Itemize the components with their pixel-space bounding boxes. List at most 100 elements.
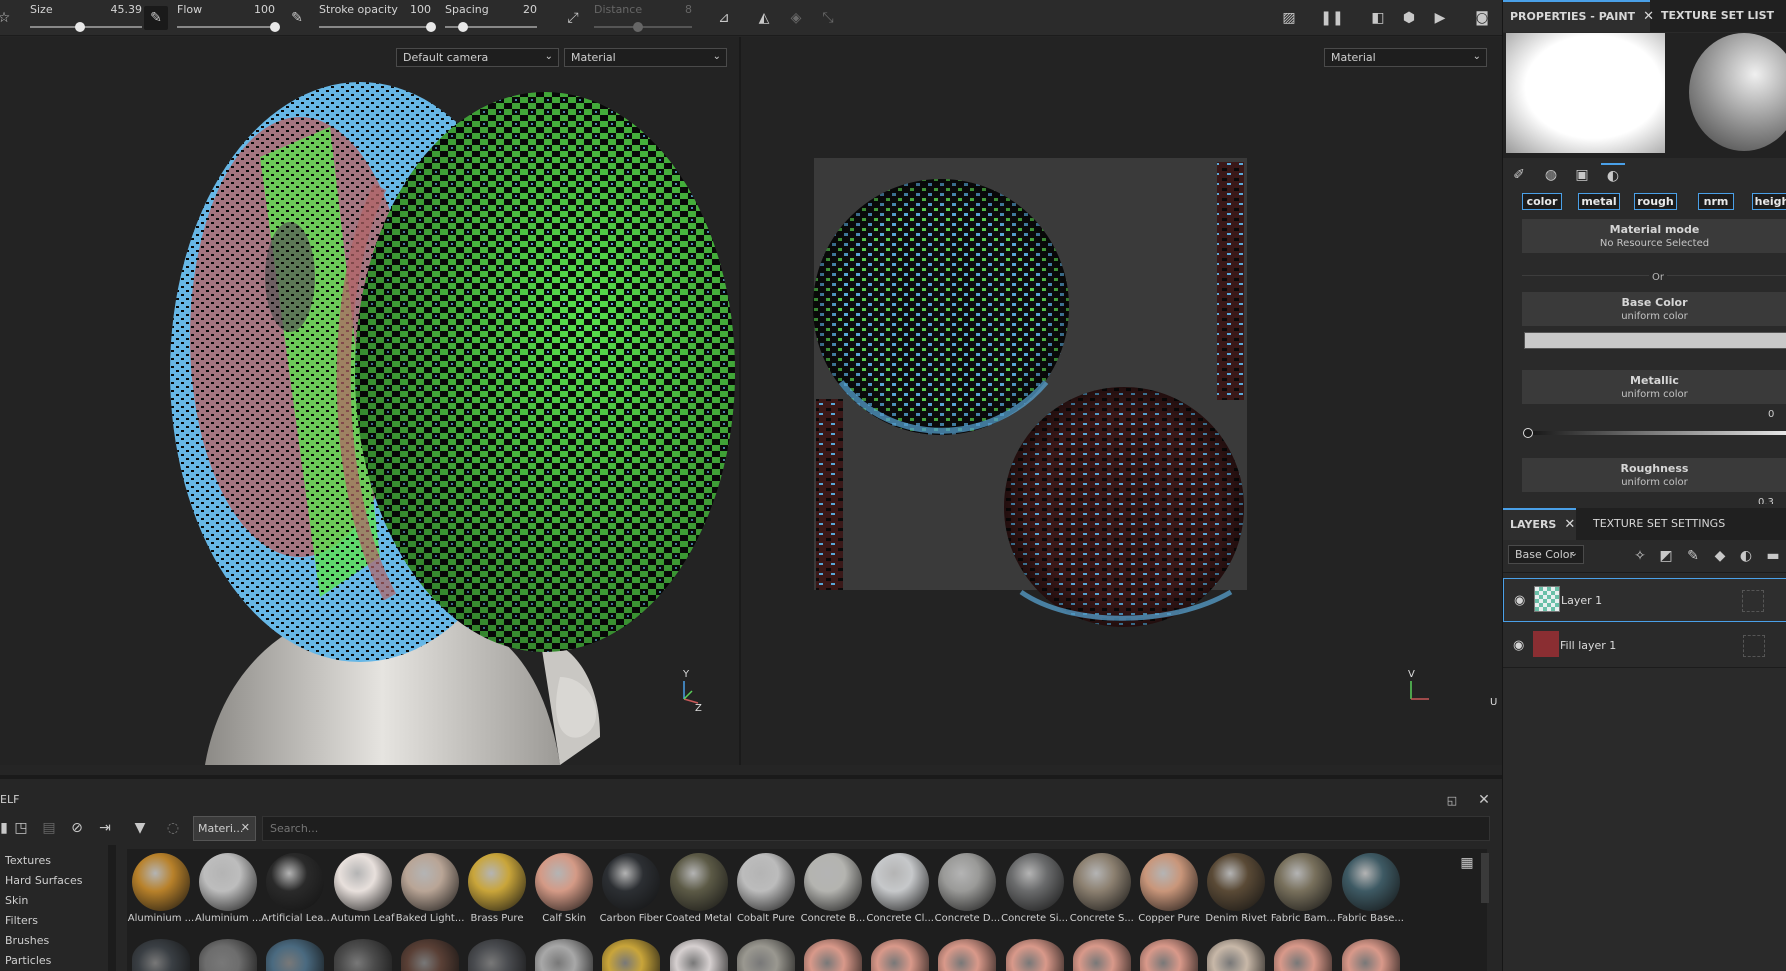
tab-layers[interactable]: LAYERS ✕ [1503,508,1576,540]
material-thumbnail[interactable] [871,939,930,971]
stroke-opacity-value[interactable]: 100 [410,3,431,16]
distance-knob[interactable] [633,22,644,32]
new-item-icon[interactable]: ◳ [9,816,33,840]
material-thumbnail[interactable] [1341,939,1400,971]
viewport-2d[interactable]: Material ⌄ V U [741,37,1502,765]
save-icon[interactable]: ▤ [37,816,61,840]
category-textures[interactable]: Textures [5,854,51,867]
material-thumbnail[interactable] [736,939,795,971]
eye-icon[interactable]: ◉ [1513,638,1524,653]
flow-knob[interactable] [270,22,280,32]
stroke-opacity-knob[interactable] [426,22,436,32]
material-thumbnail[interactable]: Fabric Base... [1337,853,1405,924]
hide-icon[interactable]: ⊘ [65,816,89,840]
camera-video-icon[interactable]: ▶ [1428,6,1452,30]
blend-channel-select[interactable]: Base Color ⌄ [1508,545,1584,564]
layer-name[interactable]: Fill layer 1 [1560,639,1616,652]
stencil-icon[interactable]: ▣ [1570,163,1594,187]
filter-icon[interactable]: ▼ [128,816,152,840]
material-thumbnail[interactable]: Concrete S... [1068,853,1136,924]
maximize-icon[interactable]: ◱ [1440,788,1464,812]
material-thumbnail[interactable] [400,939,459,971]
material-thumbnail[interactable] [132,939,190,971]
material-thumbnail[interactable]: Concrete D... [933,853,1001,924]
base-color-block[interactable]: Base Color uniform color [1522,292,1786,326]
layer-row[interactable]: ◉ Layer 1 [1503,578,1786,622]
flow-track[interactable] [177,26,275,28]
material-thumbnail[interactable]: Aluminium ... [127,853,195,924]
spacing-value[interactable]: 20 [523,3,537,16]
star-icon[interactable]: ☆ [0,6,16,30]
add-paint-layer-icon[interactable]: ✎ [1681,544,1705,568]
channel-rough-button[interactable]: rough [1634,193,1677,210]
channel-nrm-button[interactable]: nrm [1698,193,1734,210]
channel-color-button[interactable]: color [1522,193,1562,210]
flow-pressure-icon[interactable]: ✎ [285,6,309,30]
material-thumbnail[interactable]: Artificial Lea... [261,853,329,924]
layer-row[interactable]: ◉ Fill layer 1 [1503,624,1786,668]
cube-icon[interactable]: ⬢ [1397,6,1421,30]
tab-texture-set-settings[interactable]: TEXTURE SET SETTINGS [1586,508,1725,540]
material-thumbnail[interactable] [468,939,526,971]
mesh-render[interactable] [0,37,739,765]
hide-overlays-icon[interactable]: ▨ [1277,6,1301,30]
brush-pressure-icon[interactable]: ✎ [144,6,168,30]
material-thumbnail[interactable] [199,939,258,971]
channel-metal-button[interactable]: metal [1578,193,1620,210]
symmetry-icon[interactable]: ◭ [752,6,776,30]
close-icon[interactable]: ✕ [1472,788,1496,812]
material-thumbnail[interactable]: Autumn Leaf [329,853,397,924]
material-thumbnail[interactable]: Copper Pure [1135,853,1203,924]
uv-texture-render[interactable] [741,37,1502,765]
material-thumbnail[interactable] [669,939,728,971]
shelf-scrollbar[interactable] [1481,853,1489,903]
category-brushes[interactable]: Brushes [5,934,49,947]
add-fill-layer-icon[interactable]: ◆ [1708,544,1732,568]
refresh-icon[interactable]: ◌ [161,816,185,840]
material-thumbnail[interactable]: Denim Rivet [1202,853,1270,924]
material-thumbnail[interactable] [333,939,392,971]
material-thumbnail[interactable] [1274,939,1333,971]
close-icon[interactable]: ✕ [1643,9,1654,24]
material-thumbnail[interactable] [266,939,325,971]
add-smart-material-icon[interactable]: ◐ [1734,544,1758,568]
material-thumbnail[interactable]: Aluminium ... [194,853,262,924]
material-thumbnail[interactable]: Concrete Cl... [866,853,934,924]
size-value[interactable]: 45.39 [111,3,143,16]
distance-value[interactable]: 8 [685,3,692,16]
symmetry-options-icon[interactable]: ◈ [784,6,808,30]
layer-mask-slot[interactable] [1742,590,1764,612]
viewport-mode-icon[interactable]: ◧ [1366,6,1390,30]
material-thumbnail[interactable]: Coated Metal [665,853,733,924]
filter-chip[interactable]: Materi... ✕ [193,816,256,841]
size-knob[interactable] [75,22,86,32]
metallic-block[interactable]: Metallic uniform color [1522,370,1786,404]
base-color-swatch[interactable] [1524,332,1786,349]
material-thumbnail[interactable] [1005,939,1064,971]
material-thumbnail[interactable]: Cobalt Pure [732,853,800,924]
pause-icon[interactable]: ❚❚ [1320,6,1344,30]
tab-texture-set-list[interactable]: TEXTURE SET LIST [1654,0,1774,32]
alpha-icon[interactable]: ◍ [1539,163,1563,187]
size-slider[interactable]: Size 45.39 [26,0,146,36]
metallic-slider-knob[interactable] [1523,428,1533,438]
close-icon[interactable]: ✕ [241,821,250,834]
material-thumbnail[interactable] [602,939,661,971]
material-thumbnail[interactable] [535,939,594,971]
material-mode-block[interactable]: Material mode No Resource Selected [1522,219,1786,253]
material-thumbnail[interactable]: Baked Light... [396,853,464,924]
import-icon[interactable]: ⇥ [93,816,117,840]
material-thumbnail[interactable]: Concrete B... [799,853,867,924]
flow-slider[interactable]: Flow 100 [173,0,280,36]
material-thumbnail[interactable] [1072,939,1131,971]
material-thumbnail[interactable]: Fabric Bam... [1269,853,1337,924]
layer-mask-slot[interactable] [1743,635,1765,657]
metallic-value[interactable]: 0 [1768,409,1774,420]
material-thumbnail[interactable] [804,939,862,971]
eye-icon[interactable]: ◉ [1514,593,1525,608]
stroke-opacity-track[interactable] [319,26,431,28]
category-skin[interactable]: Skin [5,894,28,907]
close-icon[interactable]: ✕ [1564,517,1575,532]
material-thumbnail[interactable] [1207,939,1266,971]
material-thumbnail[interactable]: Concrete Si... [1001,853,1069,924]
